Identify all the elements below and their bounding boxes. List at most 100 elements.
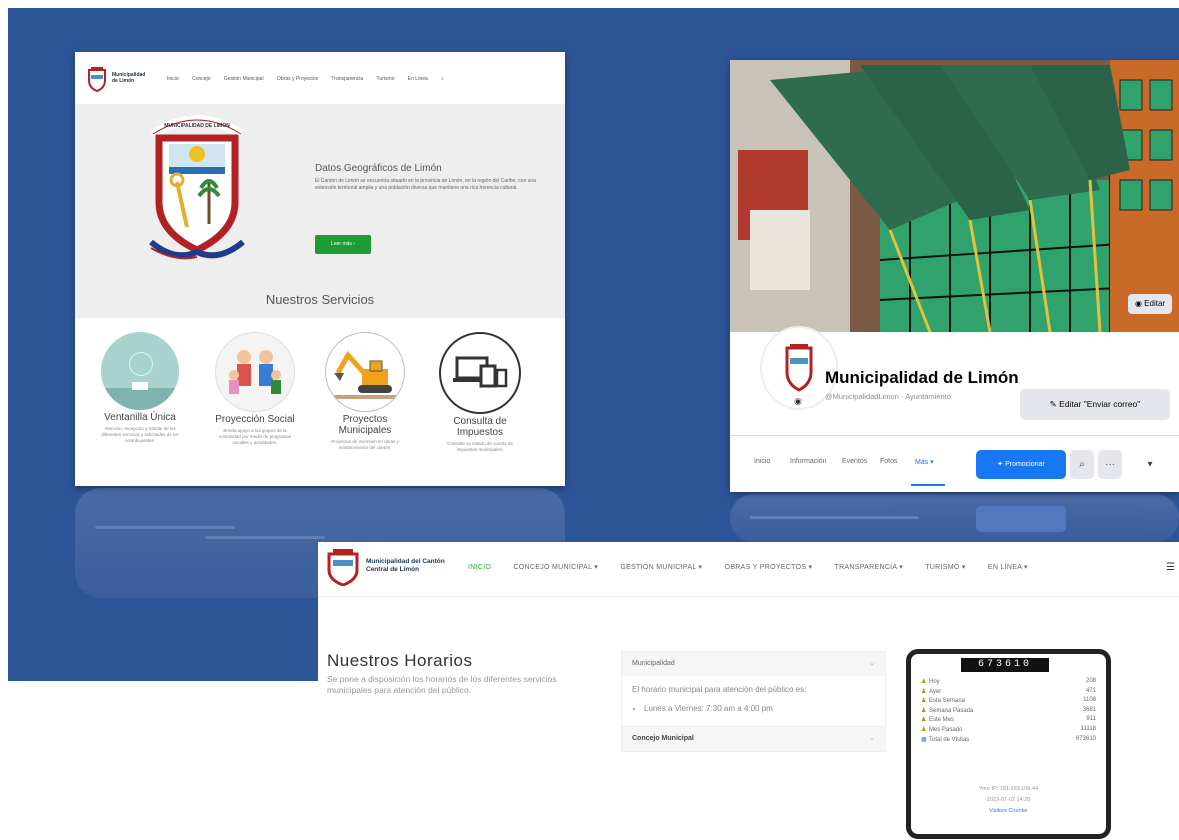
tab-eventos[interactable]: Eventos [842,458,867,465]
services-title: Nuestros Servicios [265,292,375,307]
visitor-counter-display: 673610 [961,658,1049,672]
stat-value: 208 [1085,678,1096,684]
nav-item-concejo[interactable]: CONCEJO MUNICIPAL ▾ [513,564,598,571]
excavator-icon [325,332,405,412]
search-icon[interactable]: ⌕ [1070,450,1094,479]
nav-item-concejo[interactable]: Concejo [192,76,210,82]
edit-cover-button[interactable]: ◉ Editar [1128,294,1172,314]
site-nav-items: Inicio Concejo Gestión Municipal Obras y… [167,76,456,82]
stat-value: 911 [1086,716,1096,723]
nav-item-transparencia[interactable]: Transparencia [331,76,363,82]
stat-value: 3681 [1082,706,1096,713]
municipal-website-screenshot: Municipalidad de Limón Inicio Concejo Ge… [75,52,565,486]
accordion-body-text: El horario municipal para atención del p… [632,685,807,694]
accordion-header-concejo[interactable]: Concejo Municipal ⌄ [622,726,885,751]
nav-item-gestion[interactable]: GESTIÓN MUNICIPAL ▾ [620,564,702,571]
visitor-icon: ♟ [921,698,927,705]
nav-item-en-linea[interactable]: En Línea [408,76,428,82]
stat-value: 673610 [1075,735,1096,742]
stat-label: Hoy [929,679,940,685]
accordion-header-label: Municipalidad [632,660,675,667]
page-info-section: ◉ Municipalidad de Limón @MunicipalidadL… [730,326,1179,492]
stat-value: 11118 [1080,725,1096,732]
accordion-header-municipalidad[interactable]: Municipalidad ⌄ [622,652,885,676]
hero-section: MUNICIPALIDAD DE LIMON Datos Geográficos… [75,104,565,318]
nav-divider [318,596,1179,597]
visitor-stats: ♟ Hoy 208 ♟ Ayer 471 ♟ Esta Semana 1108 ♟ Seman… [921,678,1096,745]
cover-photo [730,60,1179,332]
visitor-icon: ♟ [921,726,927,733]
nav-item-transparencia[interactable]: TRANSPARENCIA ▾ [835,564,904,571]
stat-label: Semana Pasada [929,707,974,714]
camera-icon[interactable]: ◉ [794,396,802,407]
service-description: Proyectos de inversión en obras y manten… [331,439,399,450]
tab-fotos[interactable]: Fotos [880,458,898,465]
crest-logo-icon[interactable] [86,66,108,92]
service-card[interactable]: Proyección Social Brinda apoyo a los gru… [205,332,305,446]
service-card[interactable]: Proyectos Municipales Proyectos de inver… [315,332,415,451]
hero-title: Datos Geográficos de Limón [315,163,442,174]
service-card[interactable]: Consulta de Impuestos Consulte su estado… [430,332,530,453]
site-brand[interactable]: Municipalidad del Cantón Central de Limó… [366,558,456,574]
page-handle: @MunicipalidadLimon · Ayuntamiento [825,392,951,401]
chart-icon: ▦ [921,736,927,743]
horarios-website-screenshot: Municipalidad del Cantón Central de Limó… [318,542,1179,840]
website-navbar: Municipalidad de Limón Inicio Concejo Ge… [75,52,565,104]
facebook-page-screenshot: ◉ Editar ◉ Municipalidad de Limón @Munic… [730,60,1179,492]
page-title: Nuestros Horarios [327,651,473,670]
visitors-counter-link[interactable]: Visitors Counter [911,806,1106,817]
stat-label: Esta Semana [929,698,966,705]
read-more-button[interactable]: Leer más › [315,235,371,254]
stat-row: ▦ Total de Visitas 673610 [921,736,1096,746]
tab-inicio[interactable]: Inicio [754,458,770,465]
megaphone-icon: ✦ [997,461,1006,468]
hamburger-menu-icon[interactable]: ☰ [1166,562,1175,573]
site-nav-items: INICIO CONCEJO MUNICIPAL ▾ GESTIÓN MUNIC… [468,563,1048,571]
tab-informacion[interactable]: Información [790,458,827,465]
tab-mas[interactable]: Más ▾ [915,458,934,466]
service-card[interactable]: Ventanilla Única Atención, recepción y t… [90,332,190,444]
service-title: Consulta de Impuestos [453,416,507,438]
visitor-counter-widget: 673610 ♟ Hoy 208 ♟ Ayer 471 ♟ Esta Semana 1108… [906,649,1111,839]
nav-item-obras[interactable]: Obras y Proyectos [277,76,318,82]
active-tab-indicator [911,484,945,486]
nav-item-inicio[interactable]: INICIO [468,564,491,571]
stat-label: Total de Visitas [929,736,970,743]
edit-cover-label: Editar [1144,299,1166,308]
chevron-down-icon[interactable]: ▾ [1138,450,1162,479]
service-title: Ventanilla Única [104,412,176,423]
more-options-button[interactable]: ··· [1098,450,1122,479]
page-name: Municipalidad de Limón [825,368,1019,387]
stat-row: ♟ Mes Pasado 11118 [921,726,1096,736]
search-icon[interactable]: ⌕ [441,76,444,82]
nav-item-gestion[interactable]: Gestión Municipal [224,76,264,82]
nav-item-turismo[interactable]: TURISMO ▾ [925,564,965,571]
nav-item-en-linea[interactable]: EN LÍNEA ▾ [988,564,1028,571]
stat-label: Este Mes [929,717,955,724]
chevron-down-icon: ⌄ [869,660,875,667]
devices-icon [439,332,521,414]
promote-button[interactable]: ✦ Promocionar [976,450,1066,479]
stat-row: ♟ Ayer 471 [921,688,1096,698]
crest-ribbon-text: MUNICIPALIDAD DE LIMON [164,123,230,129]
crest-logo-icon[interactable] [324,546,362,586]
nav-item-obras[interactable]: OBRAS Y PROYECTOS ▾ [725,564,813,571]
visitor-icon: ♟ [921,707,927,714]
stat-row: ♟ Hoy 208 [921,678,1096,688]
page-subtitle: Se pone a disposición los horarios de lo… [327,674,557,695]
schedule-list: Lunes a Viernes: 7:30 am a 4:00 pm [644,703,875,714]
service-window-icon [101,332,179,410]
schedule-accordion: Municipalidad ⌄ El horario municipal par… [621,651,886,752]
reflection-b [730,494,1179,542]
edit-action-button[interactable]: ✎ Editar "Enviar correo" [1020,389,1170,420]
accordion-header-label: Concejo Municipal [632,735,694,742]
stat-row: ♟ Esta Semana 1108 [921,697,1096,707]
service-description: Brinda apoyo a los grupos de la comunida… [218,428,292,445]
page-tabs: Inicio Información Eventos Fotos Más ▾ ✦… [730,435,1179,492]
service-title: Proyectos Municipales [338,414,392,436]
service-title: Proyección Social [215,414,295,425]
site-brand[interactable]: Municipalidad de Limón [112,72,152,84]
nav-item-inicio[interactable]: Inicio [167,76,179,82]
nav-item-turismo[interactable]: Turismo [377,76,395,82]
stat-label: Mes Pasado [929,726,963,733]
